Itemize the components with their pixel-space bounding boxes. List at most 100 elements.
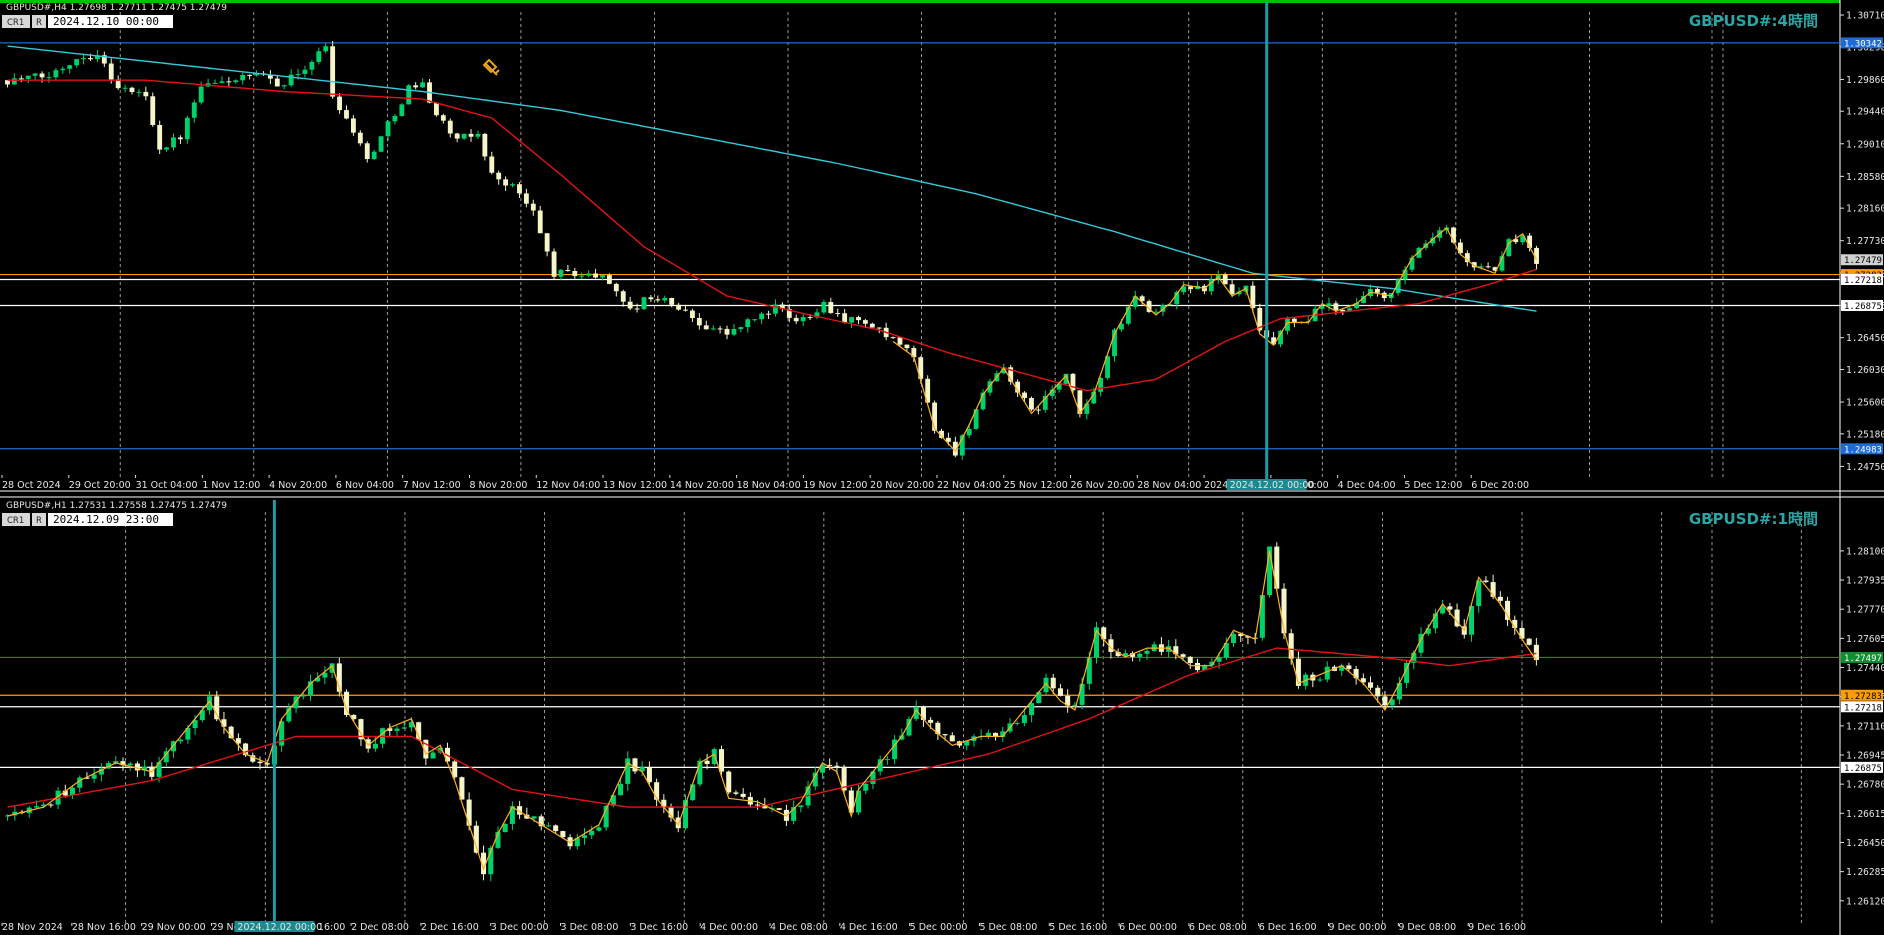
- candle-body: [157, 124, 163, 150]
- candle-body: [88, 58, 93, 60]
- candle-body: [198, 86, 204, 103]
- h4-cr1-label: CR1: [7, 18, 24, 28]
- candle-body: [545, 825, 551, 827]
- candle-body: [1035, 409, 1041, 411]
- time-axis-label: 22 Nov 04:00: [937, 480, 1001, 491]
- candle-body: [669, 298, 675, 305]
- candle-body: [178, 137, 183, 140]
- candle-body: [655, 299, 661, 301]
- candle-body: [281, 85, 287, 87]
- candle-body: [392, 115, 398, 122]
- candle-body: [1029, 703, 1035, 716]
- candle-body: [766, 313, 771, 315]
- candle-body: [468, 133, 474, 137]
- candle-body: [863, 783, 869, 791]
- h4-chart-title: GBPUSD#:4時間: [1689, 12, 1818, 30]
- candle-body: [711, 749, 717, 764]
- candle-body: [372, 743, 378, 749]
- time-axis-label: 3 Dec 16:00: [630, 922, 688, 933]
- time-axis-label: 3 Dec 08:00: [561, 922, 619, 933]
- candle-body: [718, 749, 725, 772]
- price-axis-label: 1.27440: [1846, 663, 1884, 674]
- candle-body: [274, 78, 280, 87]
- h1-datetime: 2024.12.09 23:00: [53, 513, 159, 526]
- candle-body: [662, 298, 668, 301]
- time-axis-label: 29 Nov 00:00: [142, 922, 206, 933]
- candle-body: [482, 133, 488, 157]
- candle-body: [447, 120, 453, 134]
- candle-body: [724, 328, 730, 335]
- candle-body: [1326, 303, 1332, 307]
- time-axis-label: 9 Dec 16:00: [1468, 922, 1526, 933]
- price-level-tag-label: 1.30342: [1844, 39, 1882, 49]
- candle-body: [323, 46, 329, 52]
- candle-body: [1346, 665, 1352, 669]
- candle-body: [572, 271, 578, 277]
- time-axis-label: 31 Oct 04:00: [136, 480, 198, 491]
- price-axis-label: 1.27770: [1846, 605, 1884, 616]
- candle-body: [620, 291, 626, 302]
- candle-body: [178, 739, 184, 742]
- candle-body: [1216, 657, 1222, 662]
- candle-body: [690, 784, 696, 801]
- candle-body: [793, 317, 799, 322]
- candle-body: [1050, 677, 1056, 689]
- candle-body: [683, 309, 688, 311]
- candle-body: [184, 117, 190, 140]
- candle-body: [357, 132, 363, 144]
- candle-body: [496, 172, 502, 180]
- candle-body: [1259, 595, 1265, 638]
- candle-body: [399, 104, 405, 116]
- candle-body: [710, 328, 716, 330]
- price-axis-label: 1.28160: [1846, 204, 1884, 215]
- candle-body: [641, 297, 647, 310]
- candle-body: [835, 313, 841, 315]
- cursor-time-label: 2024.12.02 00:00: [237, 922, 322, 933]
- candle-body: [503, 179, 509, 186]
- candle-body: [884, 759, 890, 761]
- candle-body: [1291, 318, 1297, 323]
- candle-body: [240, 74, 246, 81]
- candle-body: [461, 133, 467, 139]
- price-axis-label: 1.26120: [1846, 896, 1884, 907]
- price-axis-label: 1.26030: [1846, 365, 1884, 376]
- price-axis-label: 1.27110: [1846, 721, 1884, 732]
- candle-body: [1483, 580, 1489, 583]
- candle-body: [966, 428, 972, 436]
- time-axis-label: 28 Nov 04:00: [1137, 480, 1201, 491]
- candle-body: [676, 304, 682, 310]
- candle-body: [551, 251, 557, 277]
- candle-body: [364, 143, 370, 160]
- time-axis-label: 6 Dec 00:00: [1119, 922, 1177, 933]
- candle-body: [821, 302, 827, 313]
- candle-body: [1230, 633, 1237, 644]
- candle-body: [928, 719, 934, 723]
- candle-body: [1084, 403, 1090, 414]
- candle-body: [523, 193, 529, 204]
- candle-body: [942, 734, 948, 736]
- time-axis-label: 5 Dec 08:00: [979, 922, 1037, 933]
- candle-body: [1497, 596, 1503, 601]
- candle-body: [869, 323, 875, 328]
- candle-body: [733, 792, 739, 794]
- time-axis-label: 4 Dec 08:00: [770, 922, 828, 933]
- time-axis-label: 5 Dec 00:00: [910, 922, 968, 933]
- candle-body: [704, 760, 710, 764]
- candle-body: [1526, 638, 1532, 645]
- candle-body: [11, 78, 17, 85]
- candle-body: [48, 804, 54, 806]
- candle-body: [502, 823, 508, 833]
- time-axis-label: 28 Nov 2024: [2, 922, 63, 933]
- price-level-tag-label: 1.27479: [1844, 256, 1882, 266]
- candle-body: [773, 304, 778, 314]
- candle-body: [33, 806, 39, 808]
- time-axis-label: 14 Nov 20:00: [670, 480, 734, 491]
- candle-body: [344, 110, 349, 119]
- time-axis-label: 8 Nov 20:00: [469, 480, 527, 491]
- h1-chart-title: GBPUSD#:1時間: [1689, 510, 1818, 528]
- candle-body: [108, 63, 114, 80]
- time-axis-label: 2 Dec 08:00: [351, 922, 409, 933]
- h1-r-label: R: [36, 516, 42, 526]
- h4-price-axis: 1.307101.302901.298601.294401.290101.285…: [1840, 11, 1884, 473]
- candle-body: [257, 761, 263, 764]
